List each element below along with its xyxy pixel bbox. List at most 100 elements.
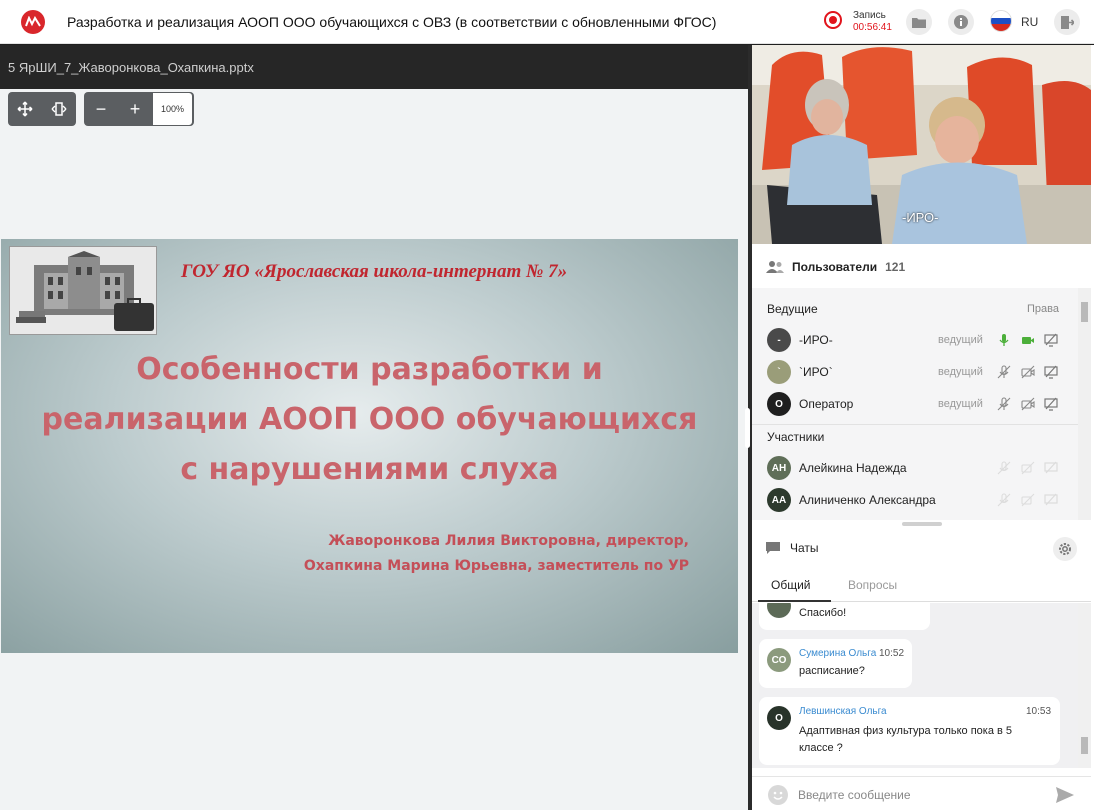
- users-scrollbar[interactable]: [1078, 288, 1091, 520]
- language-selector[interactable]: RU: [1021, 15, 1038, 29]
- microphone-off-icon[interactable]: [997, 397, 1011, 411]
- chat-scrollbar-thumb[interactable]: [1081, 737, 1088, 754]
- user-row[interactable]: ` `ИРО` ведущий: [752, 356, 1078, 388]
- microphone-disabled-icon: [997, 493, 1011, 507]
- fit-width-button[interactable]: [42, 92, 76, 126]
- exit-button[interactable]: [1054, 9, 1080, 35]
- slide-title: Особенности разработки и реализации АООП…: [11, 345, 728, 495]
- users-scrollbar-thumb[interactable]: [1081, 302, 1088, 322]
- webinar-title: Разработка и реализация АООП ООО обучающ…: [67, 13, 717, 30]
- avatar: АН: [767, 456, 791, 480]
- chat-time: 10:52: [879, 648, 905, 659]
- user-row[interactable]: АН Алейкина Надежда: [752, 452, 1078, 484]
- screen-share-off-icon[interactable]: [1044, 365, 1058, 379]
- zoom-out-button[interactable]: −: [84, 92, 118, 126]
- screen-share-off-icon[interactable]: [1044, 333, 1058, 347]
- active-tab-indicator: [758, 600, 831, 602]
- tab-general[interactable]: Общий: [771, 578, 811, 592]
- screen-share-off-icon[interactable]: [1044, 397, 1058, 411]
- avatar: [767, 603, 791, 618]
- slide-authors: Жаворонкова Лилия Викторовна, директор, …: [304, 529, 689, 579]
- chat-message-text: Спасибо!: [799, 607, 847, 619]
- right-sidebar: -ИРО- Пользователи 121 Ведущие Права - -…: [752, 45, 1094, 810]
- chat-scrollbar[interactable]: [1078, 603, 1091, 768]
- microphone-on-icon[interactable]: [997, 333, 1011, 347]
- chats-title: Чаты: [790, 541, 819, 555]
- microphone-disabled-icon: [997, 461, 1011, 475]
- rights-label: Права: [1027, 303, 1059, 315]
- user-row[interactable]: - -ИРО- ведущий: [752, 324, 1078, 356]
- microphone-off-icon[interactable]: [997, 365, 1011, 379]
- chat-author[interactable]: Левшинская Ольга: [799, 706, 887, 717]
- avatar: -: [767, 328, 791, 352]
- avatar: `: [767, 360, 791, 384]
- users-title: Пользователи: [792, 260, 878, 274]
- presentation-file-name: 5 ЯрШИ_7_Жаворонкова_Охапкина.pptx: [0, 45, 748, 89]
- presentation-slide: ГОУ ЯО «Ярославская школа-интернат № 7» …: [1, 239, 738, 653]
- avatar: О: [767, 392, 791, 416]
- users-panel-header: Пользователи 121: [752, 253, 1091, 281]
- camera-on-icon[interactable]: [1021, 333, 1035, 347]
- russian-flag-icon[interactable]: [990, 10, 1012, 32]
- school-building-image: [9, 246, 157, 335]
- send-icon[interactable]: [1055, 786, 1075, 804]
- pane-splitter-handle[interactable]: [745, 408, 750, 448]
- chat-author[interactable]: Сумерина Ольга: [799, 648, 876, 659]
- zoom-level[interactable]: 100%: [152, 92, 193, 126]
- camera-disabled-icon: [1021, 493, 1035, 507]
- participants-section-label: Участники: [767, 430, 825, 444]
- exit-icon: [1060, 15, 1074, 29]
- tab-questions[interactable]: Вопросы: [848, 578, 897, 592]
- chat-tabs: Общий Вопросы: [752, 574, 1091, 602]
- panel-resize-handle[interactable]: [902, 522, 942, 526]
- slide-author-line: Жаворонкова Лилия Викторовна, директор,: [328, 533, 689, 549]
- move-arrows-icon: [17, 101, 33, 117]
- camera-off-icon[interactable]: [1021, 365, 1035, 379]
- fit-width-icon: [51, 102, 67, 116]
- chat-message: О Левшинская Ольга 10:53 Адаптивная физ …: [759, 697, 1060, 765]
- folder-icon: [912, 18, 926, 28]
- files-button[interactable]: [906, 9, 932, 35]
- slide-title-line: Особенности разработки и: [136, 352, 603, 387]
- zoom-in-button[interactable]: +: [118, 92, 152, 126]
- section-divider: [752, 424, 1078, 425]
- user-name: Оператор: [799, 397, 854, 411]
- chat-message-input[interactable]: [798, 784, 1048, 806]
- zoom-toolbar: − + 100%: [84, 92, 194, 126]
- presentation-area: 5 ЯрШИ_7_Жаворонкова_Охапкина.pptx − + 1…: [0, 45, 748, 810]
- user-row[interactable]: О Оператор ведущий: [752, 388, 1078, 420]
- chat-message-text: Адаптивная физ культура только пока в 5 …: [799, 725, 1013, 754]
- avatar: О: [767, 706, 791, 730]
- move-button[interactable]: [8, 92, 42, 126]
- record-label: Запись: [853, 10, 886, 21]
- screen-share-disabled-icon: [1044, 461, 1058, 474]
- chat-input-row: [752, 776, 1091, 810]
- user-name: -ИРО-: [799, 333, 833, 347]
- emoji-button[interactable]: [768, 785, 788, 805]
- slide-title-line: реализации АООП ООО обучающихся: [41, 402, 698, 437]
- user-row[interactable]: АА Алиниченко Александра: [752, 484, 1078, 516]
- smile-icon: [773, 791, 783, 800]
- avatar: СО: [767, 648, 791, 672]
- video-speaker-label: -ИРО-: [902, 210, 939, 225]
- users-list: Ведущие Права - -ИРО- ведущий ` `ИРО` ве…: [752, 288, 1078, 520]
- gear-icon: [1059, 543, 1071, 555]
- app-logo-icon[interactable]: [21, 9, 45, 34]
- chat-message-text: расписание?: [799, 665, 865, 677]
- chats-panel-header: Чаты: [752, 533, 1091, 563]
- chat-message: Спасибо!: [759, 603, 930, 630]
- screen-share-disabled-icon: [1044, 493, 1058, 506]
- hosts-section-label: Ведущие: [767, 302, 818, 316]
- info-icon: [954, 15, 968, 29]
- video-stream[interactable]: -ИРО-: [752, 45, 1091, 244]
- record-indicator-icon: [824, 11, 842, 29]
- camera-off-icon[interactable]: [1021, 397, 1035, 411]
- camera-disabled-icon: [1021, 461, 1035, 475]
- slide-title-line: с нарушениями слуха: [180, 452, 559, 487]
- user-role: ведущий: [938, 398, 983, 410]
- chat-settings-button[interactable]: [1053, 537, 1077, 561]
- users-count: 121: [885, 260, 906, 274]
- info-button[interactable]: [948, 9, 974, 35]
- chat-message: СО Сумерина Ольга 10:52 расписание?: [759, 639, 912, 688]
- slide-author-line: Охапкина Марина Юрьевна, заместитель по …: [303, 558, 689, 574]
